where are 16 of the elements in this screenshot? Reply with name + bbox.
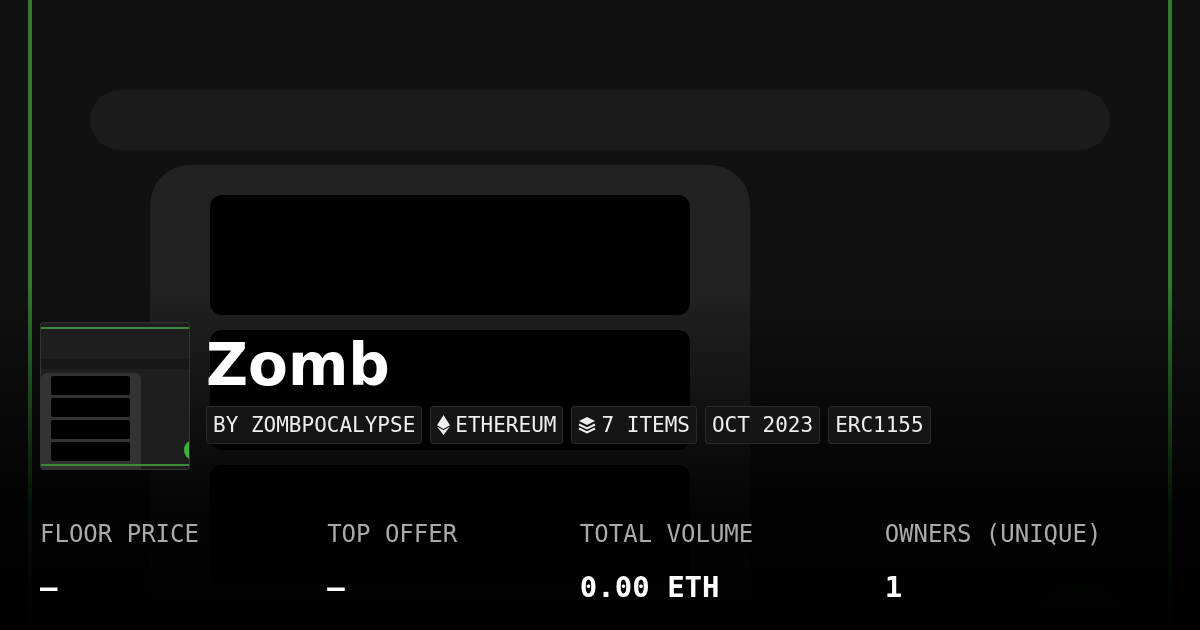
stat-label: TOTAL VOLUME	[579, 519, 755, 550]
tag-label: ETHEREUM	[455, 412, 557, 439]
stat-value: –	[40, 569, 59, 606]
tag: ERC1155	[828, 406, 931, 444]
tag: OCT 2023	[704, 406, 821, 444]
collection-title: Zomb	[206, 336, 391, 394]
stat-label: FLOOR PRICE	[40, 519, 200, 550]
stat-value: –	[327, 569, 346, 606]
tag: BY ZOMBPOCALYPSE	[206, 406, 423, 444]
stat-value: 0.00 ETH	[579, 569, 721, 606]
stat-label: OWNERS (UNIQUE)	[884, 519, 1103, 550]
tag-label: 7 ITEMS	[601, 412, 690, 439]
stat-value: 1	[884, 569, 904, 606]
stat-label: TOP OFFER	[327, 519, 459, 550]
ethereum-icon	[437, 415, 451, 435]
layers-icon	[578, 416, 597, 434]
